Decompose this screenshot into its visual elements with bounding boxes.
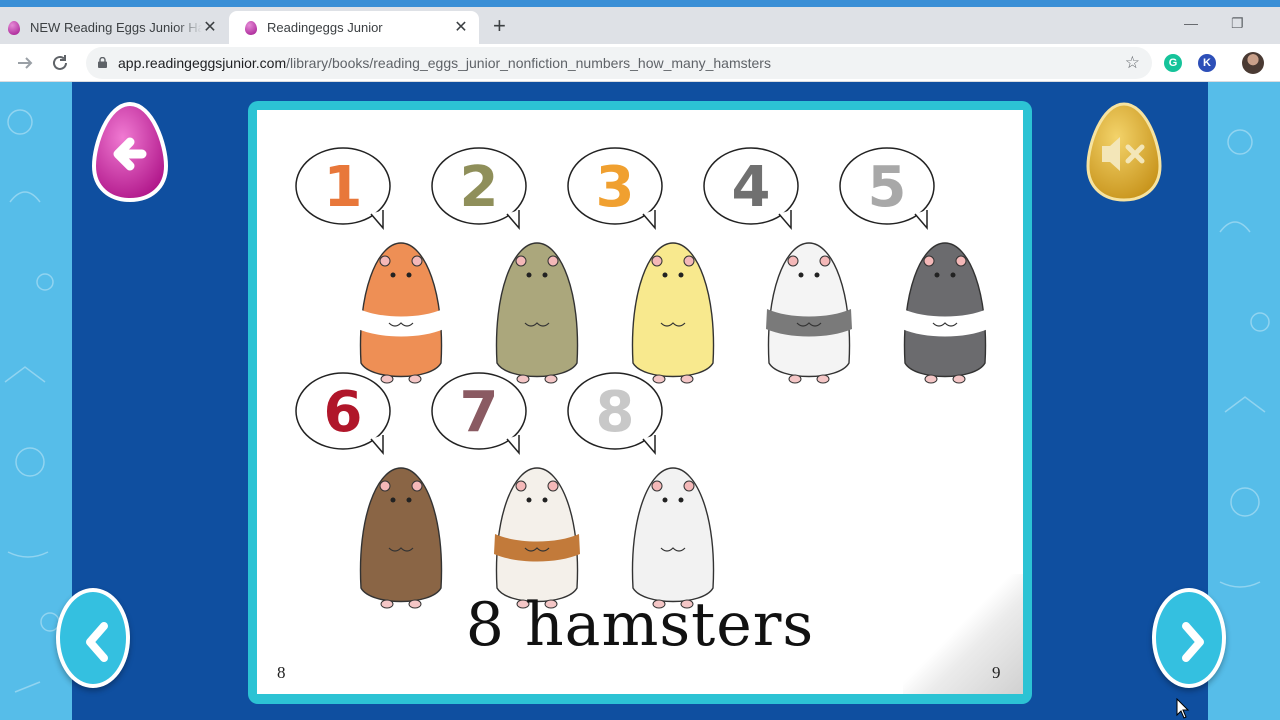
- forward-arrow-icon[interactable]: [14, 52, 36, 74]
- url-host: app.readingeggsjunior.com: [118, 55, 287, 71]
- restore-window-icon[interactable]: ❐: [1231, 15, 1244, 32]
- browser-toolbar: app.readingeggsjunior.com/library/books/…: [0, 44, 1280, 82]
- number-hamster-7: 7: [431, 372, 580, 609]
- back-button[interactable]: [90, 100, 170, 204]
- bubble-number: 4: [732, 155, 771, 220]
- bubble-number: 1: [324, 155, 363, 220]
- bubble-number: 3: [596, 155, 635, 220]
- hamster-spotted: [766, 242, 852, 384]
- bubble-number: 8: [596, 380, 635, 445]
- hamster-brown: [359, 467, 443, 609]
- minimize-window-icon[interactable]: —: [1184, 15, 1198, 31]
- bookmark-star-icon[interactable]: ☆: [1125, 53, 1140, 73]
- right-page-number: 9: [992, 663, 1001, 682]
- hamster-olive: [495, 242, 579, 384]
- number-hamster-2: 2: [431, 147, 579, 384]
- book-frame: 1 2 3 4 5 6 7 8 8 hamsters 8 9: [248, 101, 1032, 704]
- tab-readingeggs-junior[interactable]: Readingeggs Junior ✕: [229, 11, 479, 44]
- close-tab-icon[interactable]: ✕: [453, 19, 469, 36]
- reload-icon[interactable]: [49, 52, 71, 74]
- tab-reading-eggs-news[interactable]: NEW Reading Eggs Junior Has La ✕: [0, 11, 228, 44]
- tab-title: NEW Reading Eggs Junior Has La: [30, 20, 202, 35]
- hamster-yellow: [631, 242, 715, 384]
- new-tab-button[interactable]: +: [493, 15, 506, 37]
- reading-eggs-favicon-icon: [8, 20, 20, 35]
- reading-eggs-favicon-icon: [245, 20, 257, 35]
- left-page-number: 8: [277, 663, 286, 682]
- number-hamster-6: 6: [295, 372, 443, 609]
- sound-toggle-button[interactable]: [1084, 100, 1164, 204]
- next-page-button[interactable]: [1152, 588, 1226, 688]
- bubble-number: 2: [460, 155, 499, 220]
- url-path: /library/books/reading_eggs_junior_nonfi…: [286, 55, 771, 71]
- page-caption: 8 hamsters: [465, 590, 815, 660]
- hamster-white: [631, 467, 715, 609]
- mouse-cursor-icon: [1176, 698, 1190, 719]
- bubble-number: 7: [460, 380, 499, 445]
- number-hamster-4: 4: [703, 147, 852, 384]
- bubble-number: 5: [868, 155, 907, 220]
- grammarly-icon[interactable]: G: [1164, 54, 1182, 72]
- book-page-spread: 1 2 3 4 5 6 7 8 8 hamsters 8 9: [257, 110, 1023, 694]
- chevron-left-icon: [86, 622, 108, 662]
- profile-avatar[interactable]: [1242, 52, 1264, 74]
- k-extension-icon[interactable]: K: [1198, 54, 1216, 72]
- hamster-calico: [494, 467, 580, 609]
- address-bar[interactable]: app.readingeggsjunior.com/library/books/…: [86, 47, 1152, 79]
- chevron-right-icon: [1182, 622, 1204, 662]
- reading-eggs-page: 1 2 3 4 5 6 7 8 8 hamsters 8 9: [0, 82, 1280, 720]
- hamster-orange-banded: [358, 242, 444, 384]
- number-hamster-3: 3: [567, 147, 715, 384]
- hamster-grey-banded: [902, 242, 988, 384]
- number-hamster-8: 8: [567, 372, 715, 609]
- bubble-number: 6: [324, 380, 363, 445]
- previous-page-button[interactable]: [56, 588, 130, 688]
- tab-strip: NEW Reading Eggs Junior Has La ✕ Reading…: [0, 0, 1280, 44]
- lock-icon: [98, 57, 107, 68]
- url-text: app.readingeggsjunior.com/library/books/…: [118, 55, 771, 71]
- close-tab-icon[interactable]: ✕: [202, 19, 218, 36]
- number-hamster-1: 1: [295, 147, 444, 384]
- number-hamster-5: 5: [839, 147, 988, 384]
- tab-title: Readingeggs Junior: [267, 20, 383, 35]
